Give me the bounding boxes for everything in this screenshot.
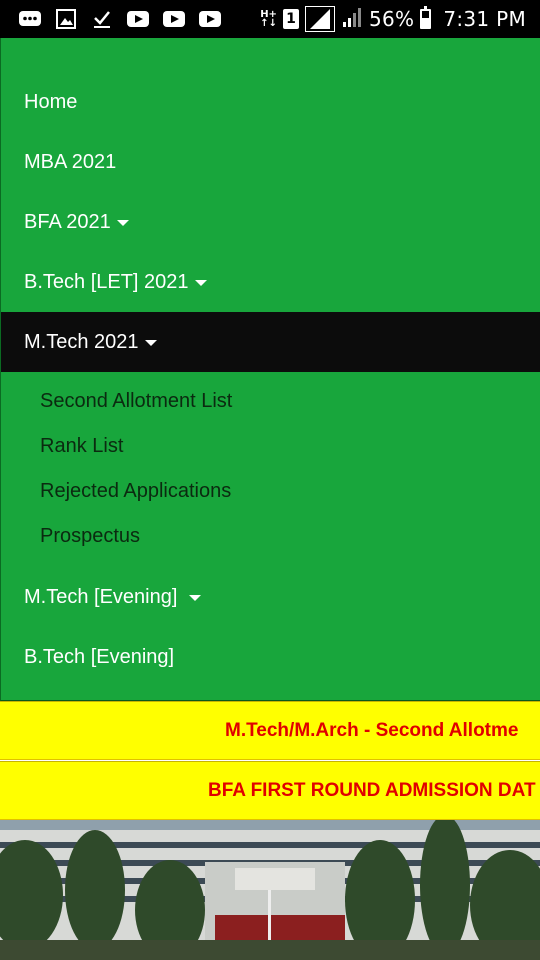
nav-item-btech-evening[interactable]: B.Tech [Evening] xyxy=(1,627,540,687)
gallery-icon xyxy=(54,9,78,29)
signal-secondary-icon xyxy=(341,6,363,32)
nav-item-label: B.Tech [LET] 2021 xyxy=(24,270,189,293)
news-ticker-1[interactable]: M.Tech/M.Arch - Second Allotme xyxy=(0,701,540,760)
nav-item-home[interactable]: Home xyxy=(1,72,540,132)
submenu-item-label: Second Allotment List xyxy=(40,390,233,412)
nav-item-mba-2021[interactable]: MBA 2021 xyxy=(1,132,540,192)
caret-down-icon xyxy=(194,280,207,286)
clock: 7:31 PM xyxy=(443,7,526,31)
nav-item-mtech-2021[interactable]: M.Tech 2021 xyxy=(1,312,540,372)
nav-item-label: BFA 2021 xyxy=(24,210,111,233)
nav-item-label: M.Tech [Evening] xyxy=(24,585,183,608)
battery-percent: 56% xyxy=(368,7,415,31)
youtube-icon xyxy=(162,9,186,29)
news-ticker-2[interactable]: BFA FIRST ROUND ADMISSION DAT xyxy=(0,761,540,820)
nav-item-btech-let-2021[interactable]: B.Tech [LET] 2021 xyxy=(1,252,540,312)
nav-item-label: M.Tech 2021 xyxy=(24,330,139,353)
check-download-icon xyxy=(90,9,114,29)
nav-item-mtech-evening[interactable]: M.Tech [Evening] xyxy=(1,567,540,627)
submenu-item-prospectus[interactable]: Prospectus xyxy=(1,514,540,559)
battery-icon xyxy=(420,6,432,29)
submenu-item-label: Rank List xyxy=(40,435,124,457)
caret-down-icon xyxy=(144,340,157,346)
status-bar: H+ ↑↓ 1 56% 7:31 PM xyxy=(0,0,540,38)
caret-down-icon xyxy=(188,595,201,601)
nav-item-label: MBA 2021 xyxy=(24,150,117,173)
sim-indicator: 1 xyxy=(282,9,299,29)
submenu-item-label: Prospectus xyxy=(40,525,141,547)
youtube-icon xyxy=(198,9,222,29)
message-icon xyxy=(18,9,42,29)
ticker-text[interactable]: BFA FIRST ROUND ADMISSION DAT xyxy=(208,780,536,802)
signal-icon xyxy=(304,6,335,32)
caret-down-icon xyxy=(116,220,129,226)
campus-building-image xyxy=(0,820,540,960)
nav-item-label: B.Tech [Evening] xyxy=(24,645,175,668)
nav-menu: Home MBA 2021 BFA 2021 B.Tech [LET] 2021… xyxy=(0,38,540,701)
nav-item-bfa-2021[interactable]: BFA 2021 xyxy=(1,192,540,252)
ticker-text[interactable]: M.Tech/M.Arch - Second Allotme xyxy=(225,720,518,742)
nav-item-label: Home xyxy=(24,90,78,113)
submenu-item-rejected-applications[interactable]: Rejected Applications xyxy=(1,469,540,514)
submenu-item-label: Rejected Applications xyxy=(40,480,232,502)
submenu-item-rank-list[interactable]: Rank List xyxy=(1,424,540,469)
network-type-label: H+ ↑↓ xyxy=(260,9,277,29)
submenu-item-second-allotment-list[interactable]: Second Allotment List xyxy=(1,379,540,424)
youtube-icon xyxy=(126,9,150,29)
